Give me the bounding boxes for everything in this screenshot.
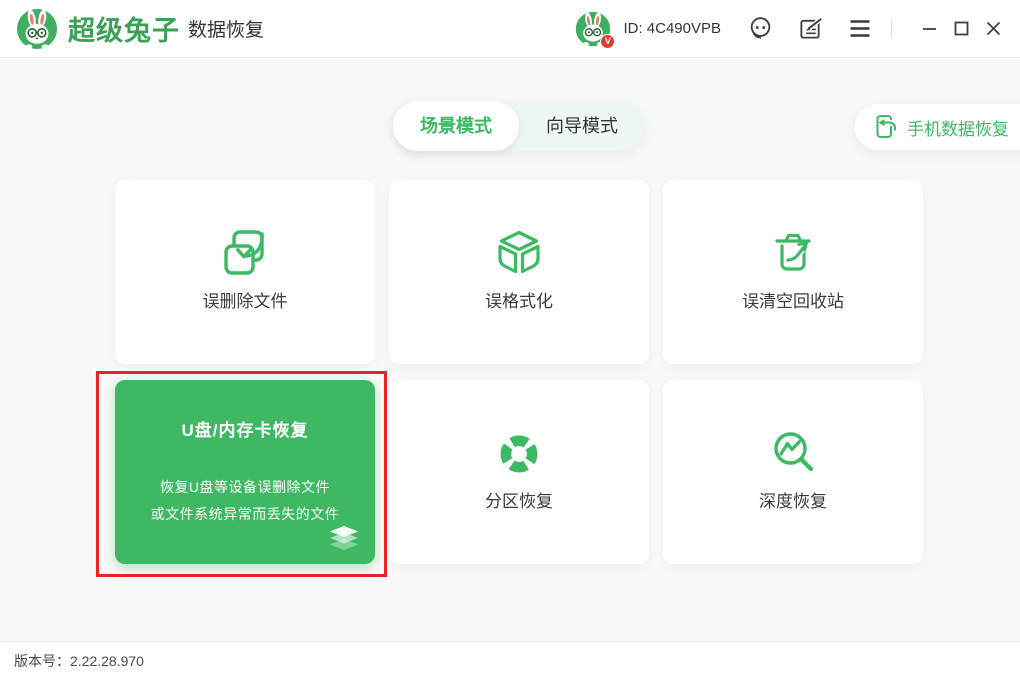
mode-tabs: 场景模式 向导模式 (393, 101, 645, 151)
scenario-grid: 误删除文件 误格式化 (115, 180, 923, 564)
titlebar: 超级兔子 数据恢复 (0, 0, 1020, 58)
user-id: ID: 4C490VPB (623, 20, 721, 37)
phone-recovery-icon (873, 114, 899, 140)
deep-scan-icon (765, 426, 821, 482)
maximize-button[interactable] (950, 18, 972, 40)
card-formatted[interactable]: 误格式化 (389, 180, 649, 364)
menu-icon[interactable] (847, 16, 873, 42)
trash-restore-icon (765, 226, 821, 282)
main-area: 场景模式 向导模式 手机数据恢复 (0, 59, 1020, 641)
phone-button-label: 手机数据恢复 (907, 115, 1009, 140)
card-recycle-bin[interactable]: 误清空回收站 (663, 180, 923, 364)
card-partition-recovery[interactable]: 分区恢复 (389, 380, 649, 564)
tab-wizard-mode[interactable]: 向导模式 (519, 101, 645, 151)
usb-card-description: 恢复U盘等设备误删除文件 或文件系统异常而丢失的文件 (151, 474, 340, 528)
card-deep-recovery[interactable]: 深度恢复 (663, 380, 923, 564)
vip-badge: V (600, 34, 615, 49)
brand: 超级兔子 数据恢复 (16, 8, 264, 50)
minimize-button[interactable] (918, 18, 940, 40)
user-avatar[interactable]: V (575, 11, 611, 47)
app-title: 超级兔子 (68, 9, 180, 48)
close-button[interactable] (982, 18, 1004, 40)
usb-desc-line1: 恢复U盘等设备误删除文件 (151, 474, 340, 501)
phone-data-recovery-button[interactable]: 手机数据恢复 (855, 104, 1020, 150)
card-deleted-files[interactable]: 误删除文件 (115, 180, 375, 364)
card-label: 误格式化 (485, 287, 553, 312)
card-usb-recovery[interactable]: U盘/内存卡恢复 恢复U盘等设备误删除文件 或文件系统异常而丢失的文件 (115, 380, 375, 564)
customer-service-icon[interactable] (747, 16, 773, 42)
app-window: 超级兔子 数据恢复 (0, 0, 1020, 680)
titlebar-actions: V ID: 4C490VPB (575, 11, 1004, 47)
footer: 版本号：2.22.28.970 (0, 641, 1020, 680)
partition-icon (491, 426, 547, 482)
card-label: 深度恢复 (759, 487, 827, 512)
tab-scene-mode[interactable]: 场景模式 (393, 101, 519, 151)
card-label: 误删除文件 (203, 287, 288, 312)
rabbit-logo-icon (16, 8, 58, 50)
app-subtitle: 数据恢复 (188, 15, 264, 42)
feedback-icon[interactable] (797, 16, 823, 42)
version-text: 版本号：2.22.28.970 (14, 651, 144, 671)
cube-icon (491, 226, 547, 282)
usb-card-title: U盘/内存卡恢复 (182, 416, 309, 441)
usb-desc-line2: 或文件系统异常而丢失的文件 (151, 501, 340, 528)
card-label: 分区恢复 (485, 487, 553, 512)
titlebar-separator (891, 20, 892, 38)
layers-icon (327, 525, 361, 553)
card-label: 误清空回收站 (742, 287, 844, 312)
restore-file-icon (217, 226, 273, 282)
